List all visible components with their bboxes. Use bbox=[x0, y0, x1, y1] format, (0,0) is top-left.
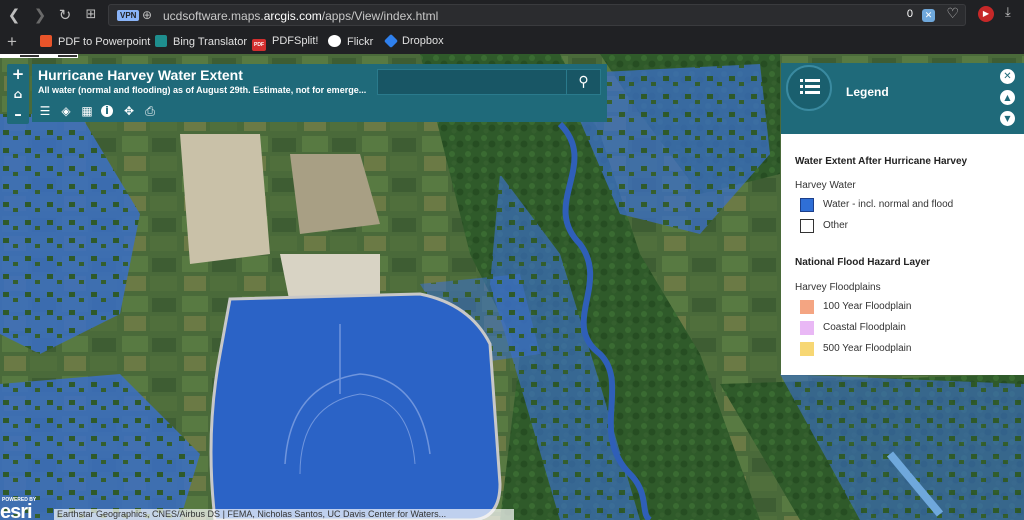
tabs-grid-icon[interactable]: ⊞ bbox=[82, 6, 100, 24]
legend-item-label: Water - incl. normal and flood bbox=[823, 199, 954, 210]
vpn-badge[interactable]: VPN bbox=[117, 10, 140, 21]
browser-chrome: ❮ ❯ ↻ ⊞ VPN ⊕ ucdsoftware.maps.arcgis.co… bbox=[0, 0, 1024, 54]
home-button[interactable]: ⌂ bbox=[7, 84, 29, 104]
bookmark-label: PDFSplit! bbox=[272, 35, 319, 47]
bookmark-label: Bing Translator bbox=[173, 36, 247, 48]
legend-list-icon[interactable]: ☰ bbox=[38, 104, 52, 118]
pdf-to-ppt-icon bbox=[40, 35, 52, 47]
bookmark-pdfsplit[interactable]: PDF PDFSplit! bbox=[252, 35, 318, 51]
pdfsplit-icon: PDF bbox=[252, 39, 266, 51]
ad-block-count[interactable]: 0 bbox=[907, 8, 913, 20]
chevron-down-icon[interactable]: ▼ bbox=[1000, 111, 1015, 126]
reload-icon[interactable]: ↻ bbox=[56, 6, 74, 24]
legend-section-heading: National Flood Hazard Layer bbox=[795, 257, 931, 268]
search-box: ⚲ bbox=[377, 69, 601, 95]
layers-icon[interactable]: ◈ bbox=[59, 104, 73, 118]
extension-icon[interactable]: ▶ bbox=[978, 6, 994, 22]
download-icon[interactable]: ⤓ bbox=[1005, 5, 1011, 20]
legend-swatch bbox=[800, 300, 814, 314]
url-path: /apps/View/index.html bbox=[321, 9, 439, 23]
esri-logo[interactable]: POWERED BY esri bbox=[0, 497, 52, 520]
bookmark-pdf-to-powerpoint[interactable]: PDF to Powerpoint bbox=[40, 35, 150, 48]
legend-layer-name: Harvey Water bbox=[795, 180, 856, 191]
bing-translator-icon bbox=[155, 35, 167, 47]
search-input[interactable] bbox=[378, 70, 568, 94]
legend-swatch bbox=[800, 219, 814, 233]
zoom-in-button[interactable]: + bbox=[7, 64, 29, 84]
globe-icon: ⊕ bbox=[142, 8, 153, 22]
map-view[interactable]: + ⌂ – Hurricane Harvey Water Extent All … bbox=[0, 54, 1024, 520]
heart-icon[interactable]: ♡ bbox=[946, 6, 959, 22]
app-subtitle: All water (normal and flooding) as of Au… bbox=[38, 85, 367, 95]
bookmark-dropbox[interactable]: Dropbox bbox=[383, 33, 444, 49]
app-header-panel: Hurricane Harvey Water Extent All water … bbox=[32, 64, 607, 122]
add-bookmark-icon[interactable]: + bbox=[7, 32, 17, 52]
browser-nav-row: ❮ ❯ ↻ ⊞ VPN ⊕ ucdsoftware.maps.arcgis.co… bbox=[0, 0, 1024, 30]
bookmarks-bar: + PDF to Powerpoint Bing Translator PDF P… bbox=[0, 30, 1024, 54]
legend-layer-name: Harvey Floodplains bbox=[795, 282, 881, 293]
bookmark-label: Flickr bbox=[347, 36, 374, 48]
back-icon[interactable]: ❮ bbox=[5, 6, 23, 24]
legend-item-label: Other bbox=[823, 220, 849, 231]
url-prefix: ucdsoftware.maps. bbox=[163, 9, 264, 23]
legend-item-label: 500 Year Floodplain bbox=[823, 343, 912, 354]
legend-section-heading: Water Extent After Hurricane Harvey bbox=[795, 156, 968, 167]
url-domain: arcgis.com bbox=[263, 9, 322, 23]
legend-panel: Legend ✕ ▲ ▼ Water Extent After Hurrican… bbox=[781, 63, 1024, 375]
flickr-icon bbox=[328, 35, 341, 47]
print-icon[interactable]: ⎙ bbox=[143, 104, 157, 118]
basemap-gallery-icon[interactable]: ▦ bbox=[80, 104, 94, 118]
info-icon[interactable]: i bbox=[101, 105, 113, 117]
map-attribution: Earthstar Geographics, CNES/Airbus DS | … bbox=[54, 509, 514, 520]
app-title: Hurricane Harvey Water Extent bbox=[38, 67, 243, 83]
bookmark-label: Dropbox bbox=[402, 35, 444, 47]
scale-bar bbox=[0, 54, 78, 58]
search-icon[interactable]: ⚲ bbox=[566, 70, 600, 94]
bookmark-bing-translator[interactable]: Bing Translator bbox=[155, 35, 247, 48]
list-icon bbox=[800, 79, 820, 95]
legend-header: Legend ✕ ▲ ▼ bbox=[781, 63, 1024, 134]
measure-icon[interactable]: ✥ bbox=[122, 104, 136, 118]
zoom-out-button[interactable]: – bbox=[7, 104, 29, 124]
legend-swatch bbox=[800, 321, 814, 335]
esri-wordmark: esri bbox=[0, 501, 33, 520]
legend-swatch bbox=[800, 198, 814, 212]
ad-block-icon[interactable]: ✕ bbox=[922, 9, 935, 22]
legend-item-label: 100 Year Floodplain bbox=[823, 301, 912, 312]
dropbox-icon bbox=[383, 33, 399, 49]
legend-badge bbox=[786, 65, 832, 111]
zoom-control: + ⌂ – bbox=[7, 64, 29, 124]
close-icon[interactable]: ✕ bbox=[1000, 69, 1015, 84]
bookmark-flickr[interactable]: Flickr bbox=[328, 35, 373, 48]
chevron-up-icon[interactable]: ▲ bbox=[1000, 90, 1015, 105]
legend-item-label: Coastal Floodplain bbox=[823, 322, 906, 333]
address-bar[interactable]: VPN ⊕ ucdsoftware.maps.arcgis.com/apps/V… bbox=[108, 4, 966, 26]
legend-title: Legend bbox=[846, 85, 889, 99]
bookmark-label: PDF to Powerpoint bbox=[58, 36, 151, 48]
url-text[interactable]: ucdsoftware.maps.arcgis.com/apps/View/in… bbox=[163, 9, 438, 23]
legend-swatch bbox=[800, 342, 814, 356]
forward-icon[interactable]: ❯ bbox=[31, 6, 49, 24]
